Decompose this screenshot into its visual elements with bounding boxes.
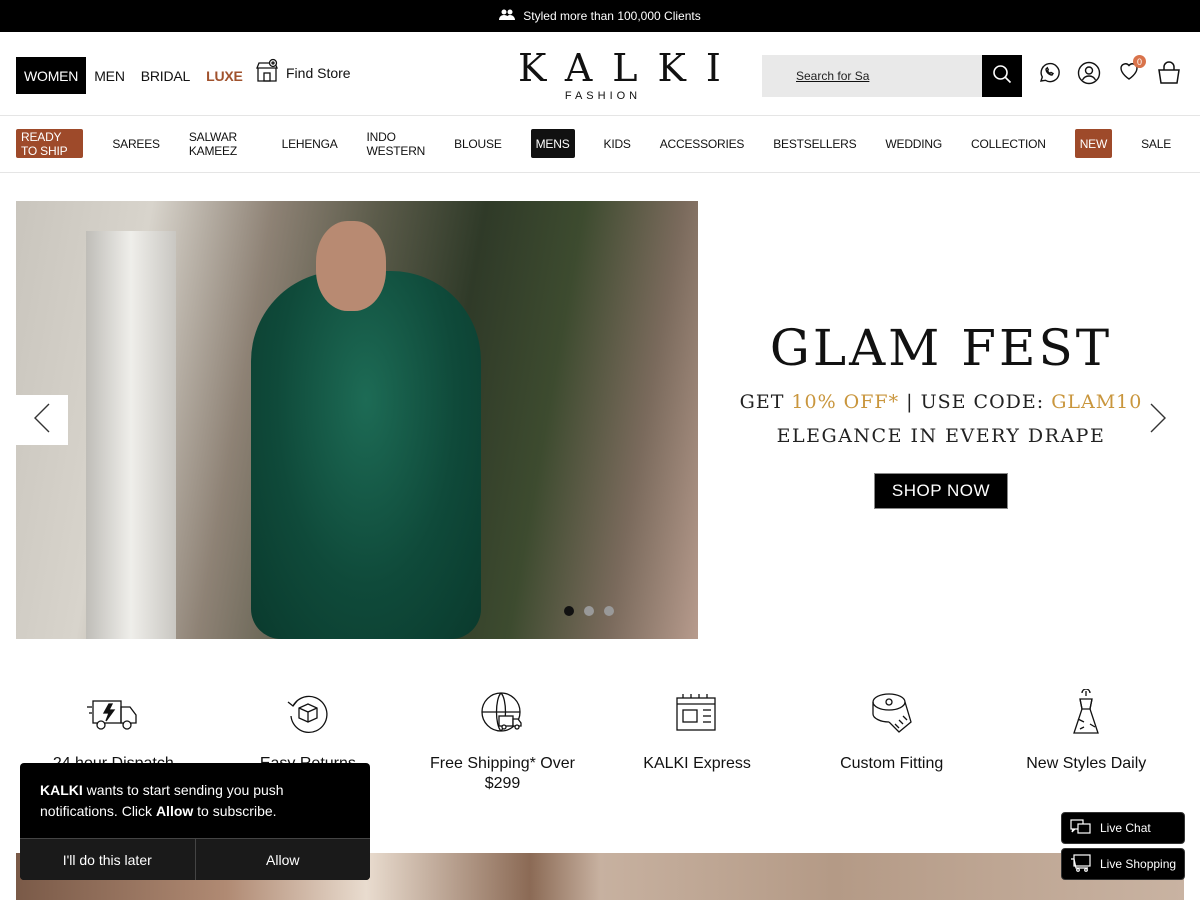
feature-label: KALKI Express	[643, 755, 751, 772]
search-button[interactable]	[982, 55, 1022, 97]
account-icon[interactable]	[1076, 60, 1102, 86]
search-bar	[762, 55, 1022, 97]
logo-wordmark: KALKI	[518, 46, 741, 90]
nav-sarees[interactable]: SAREES	[112, 129, 160, 158]
feature-label: New Styles Daily	[1026, 755, 1147, 772]
measuring-tape-icon	[794, 688, 989, 738]
hero-title: GLAM FEST	[769, 319, 1113, 377]
sewing-machine-icon	[600, 688, 795, 738]
wishlist-button[interactable]: 0	[1116, 55, 1146, 86]
tab-women[interactable]: WOMEN	[16, 57, 87, 94]
push-allow-button[interactable]: Allow	[194, 839, 370, 880]
chevron-right-icon	[1149, 403, 1167, 438]
wishlist-count-badge: 0	[1133, 55, 1146, 68]
nav-accessories[interactable]: ACCESSORIES	[660, 129, 745, 158]
feature-label: Custom Fitting	[840, 755, 944, 772]
push-buttons: I'll do this later Allow	[20, 838, 370, 880]
gender-tabs: WOMEN MEN BRIDAL LUXE	[16, 57, 251, 94]
store-icon	[254, 58, 280, 87]
hero-tagline: ELEGANCE IN EVERY DRAPE	[776, 425, 1106, 447]
category-nav: READY TO SHIP SAREES SALWAR KAMEEZ LEHEN…	[0, 117, 1200, 173]
truck-lightning-icon	[16, 688, 211, 738]
push-allow-word: Allow	[155, 803, 194, 819]
push-notification-prompt: KALKI wants to start sending you push no…	[20, 763, 370, 880]
hero-carousel[interactable]: GLAM FEST GET 10% OFF* | USE CODE: GLAM1…	[16, 201, 1184, 639]
carousel-prev-button[interactable]	[16, 395, 68, 445]
push-later-button[interactable]: I'll do this later	[20, 839, 195, 880]
live-shopping-label: Live Shopping	[1100, 857, 1177, 871]
nav-blouse[interactable]: BLOUSE	[454, 129, 502, 158]
cart-icon[interactable]	[1156, 60, 1182, 86]
announcement-bar: Styled more than 100,000 Clients	[0, 0, 1200, 32]
live-chat-label: Live Chat	[1100, 821, 1151, 835]
hero-text-block: GLAM FEST GET 10% OFF* | USE CODE: GLAM1…	[716, 319, 1166, 509]
find-store-label: Find Store	[286, 64, 351, 81]
hero-model-head-shape	[316, 221, 386, 311]
search-icon	[992, 64, 1012, 89]
find-store-link[interactable]: Find Store	[254, 58, 351, 87]
search-input[interactable]	[762, 55, 982, 97]
hero-pillar-shape	[86, 231, 176, 639]
whatsapp-icon[interactable]	[1036, 60, 1062, 86]
users-icon	[499, 9, 516, 24]
tab-luxe[interactable]: LUXE	[198, 57, 251, 94]
video-cart-icon	[1070, 853, 1092, 875]
feature-free-shipping: Free Shipping* Over $299	[405, 688, 600, 798]
offer-prefix: GET	[739, 391, 792, 413]
feature-new-styles: New Styles Daily	[989, 688, 1184, 798]
nav-bestsellers[interactable]: BESTSELLERS	[773, 129, 856, 158]
feature-custom-fitting: Custom Fitting	[794, 688, 989, 798]
live-shopping-button[interactable]: Live Shopping	[1061, 848, 1185, 880]
feature-express: KALKI Express	[600, 688, 795, 798]
live-chat-button[interactable]: Live Chat	[1061, 812, 1185, 844]
logo-subtitle: FASHION	[564, 90, 642, 102]
nav-sale[interactable]: SALE	[1141, 129, 1171, 158]
nav-kids[interactable]: KIDS	[604, 129, 631, 158]
chevron-left-icon	[33, 403, 51, 438]
nav-lehenga[interactable]: LEHENGA	[282, 129, 338, 158]
nav-collection[interactable]: COLLECTION	[971, 129, 1046, 158]
hero-model-image	[16, 201, 698, 639]
feature-label: Free Shipping* Over $299	[430, 755, 575, 792]
push-message: KALKI wants to start sending you push no…	[20, 763, 370, 838]
offer-discount: 10% OFF*	[791, 391, 900, 413]
carousel-dot-3[interactable]	[604, 606, 614, 616]
nav-new[interactable]: NEW	[1074, 129, 1113, 158]
carousel-dot-2[interactable]	[584, 606, 594, 616]
nav-mens[interactable]: MENS	[530, 129, 575, 158]
offer-code: GLAM10	[1051, 391, 1143, 413]
chat-icon	[1070, 818, 1092, 838]
hero-saree-shape	[251, 271, 481, 639]
nav-salwar-kameez[interactable]: SALWAR KAMEEZ	[189, 129, 253, 158]
hero-offer: GET 10% OFF* | USE CODE: GLAM10	[716, 391, 1166, 413]
carousel-next-button[interactable]	[1140, 397, 1176, 443]
dress-hanger-icon	[989, 688, 1184, 738]
return-box-icon	[211, 688, 406, 738]
tab-men[interactable]: MEN	[86, 57, 133, 94]
nav-ready-to-ship[interactable]: READY TO SHIP	[16, 129, 84, 158]
carousel-dot-1[interactable]	[564, 606, 574, 616]
kalki-logo[interactable]: KALKI FASHION	[500, 46, 741, 102]
tab-bridal[interactable]: BRIDAL	[133, 57, 198, 94]
shop-now-button[interactable]: SHOP NOW	[873, 473, 1009, 509]
offer-mid: | USE CODE:	[899, 391, 1052, 413]
push-msg-2: to subscribe.	[193, 803, 277, 819]
nav-indo-western[interactable]: INDO WESTERN	[367, 129, 426, 158]
site-header: WOMEN MEN BRIDAL LUXE Find Store KALKI F…	[0, 32, 1200, 116]
nav-wedding[interactable]: WEDDING	[885, 129, 942, 158]
push-brand: KALKI	[40, 782, 83, 798]
carousel-dots	[564, 606, 614, 616]
header-icons: 0	[1036, 55, 1182, 86]
globe-truck-icon	[405, 688, 600, 738]
announcement-text: Styled more than 100,000 Clients	[523, 9, 701, 23]
